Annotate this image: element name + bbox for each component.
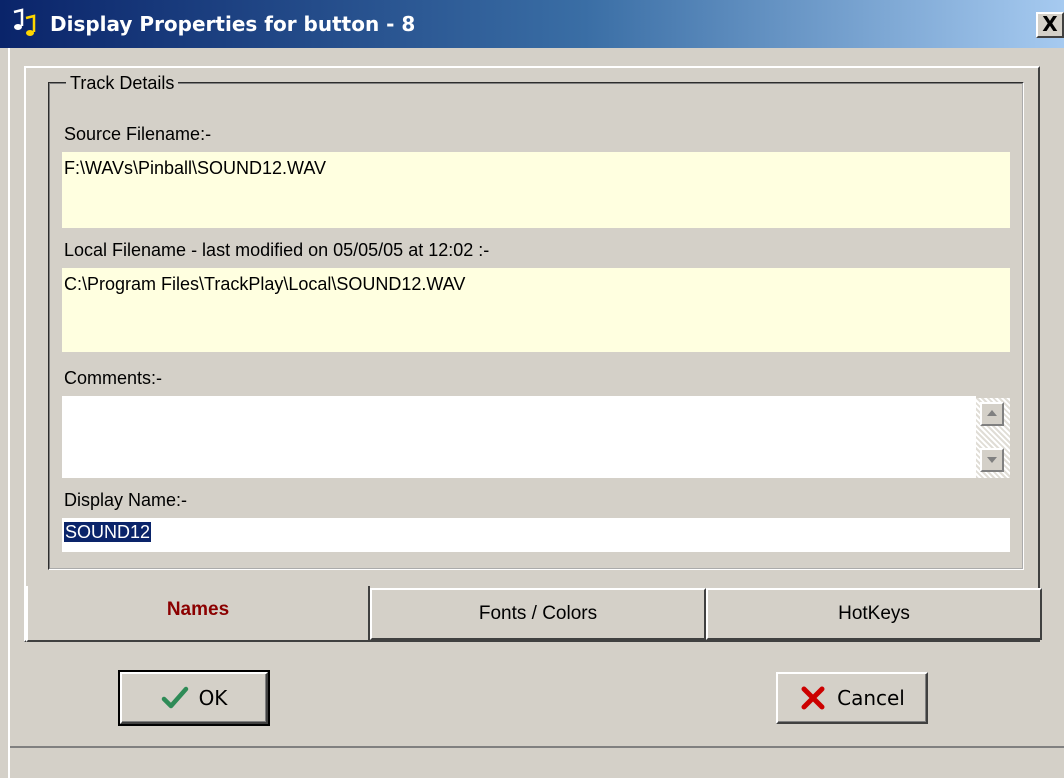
local-filename-value: C:\Program Files\TrackPlay\Local\SOUND12…: [64, 274, 466, 294]
comments-textarea[interactable]: [62, 396, 976, 478]
comments-scrollbar[interactable]: [976, 398, 1010, 478]
display-name-label: Display Name:-: [64, 490, 188, 510]
source-filename-value: F:\WAVs\Pinball\SOUND12.WAV: [64, 158, 327, 178]
cancel-button[interactable]: Cancel: [776, 672, 928, 724]
window-left-edge: [0, 48, 10, 778]
tab-hotkeys[interactable]: HotKeys: [706, 588, 1042, 640]
display-name-value: SOUND12: [64, 522, 152, 542]
ok-label: OK: [198, 686, 228, 710]
arrow-down-icon: [987, 457, 997, 463]
window-title: Display Properties for button - 8: [50, 12, 416, 36]
tab-fonts-colors[interactable]: Fonts / Colors: [370, 588, 706, 640]
source-filename-field[interactable]: F:\WAVs\Pinball\SOUND12.WAV: [62, 152, 1010, 228]
local-filename-field[interactable]: C:\Program Files\TrackPlay\Local\SOUND12…: [62, 268, 1010, 352]
title-bar[interactable]: Display Properties for button - 8 X: [0, 0, 1064, 48]
close-button[interactable]: X: [1036, 12, 1064, 38]
scroll-up-button[interactable]: [980, 402, 1004, 426]
red-x-icon: [801, 686, 825, 710]
tab-names[interactable]: Names: [26, 586, 370, 642]
source-filename-label: Source Filename:-: [64, 124, 212, 144]
cancel-label: Cancel: [837, 686, 905, 710]
music-note-icon: [13, 8, 36, 36]
arrow-up-icon: [987, 410, 997, 416]
comments-label: Comments:-: [64, 368, 163, 388]
local-filename-label: Local Filename - last modified on 05/05/…: [64, 240, 490, 260]
ok-button[interactable]: OK: [118, 670, 270, 726]
status-bar: [10, 746, 1064, 778]
scroll-down-button[interactable]: [980, 448, 1004, 472]
group-legend: Track Details: [66, 73, 179, 94]
display-name-input[interactable]: SOUND12: [62, 518, 1010, 552]
checkmark-icon: [161, 686, 188, 709]
